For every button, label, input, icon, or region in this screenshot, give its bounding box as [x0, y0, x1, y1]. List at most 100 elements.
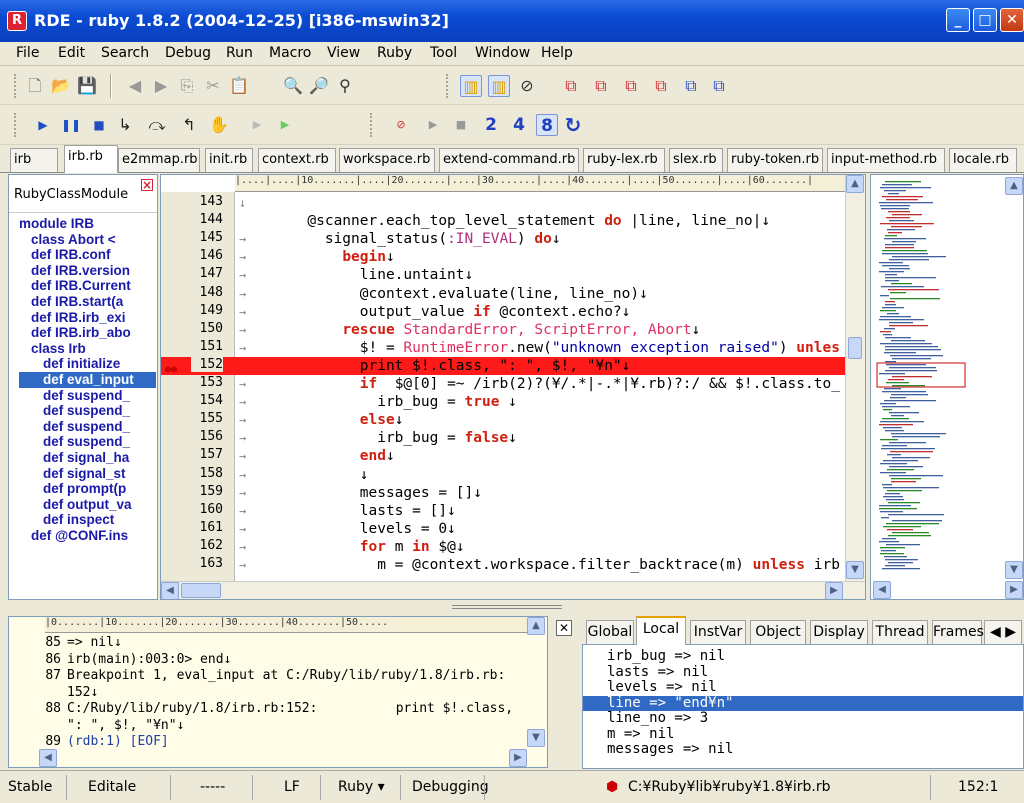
- tree-item[interactable]: def output_va: [19, 497, 156, 513]
- breakpoint-clear-icon[interactable]: ⧉: [650, 75, 672, 97]
- file-tab-init-rb[interactable]: init.rb: [205, 148, 253, 172]
- scroll-right-icon[interactable]: ▶: [825, 582, 843, 599]
- speed-8-button[interactable]: 8: [536, 114, 558, 136]
- menu-file[interactable]: File: [16, 45, 39, 61]
- tree-item[interactable]: def IRB.irb_exi: [19, 310, 156, 326]
- step-over-icon[interactable]: ⤼: [146, 114, 168, 136]
- file-tab-ruby-lex-rb[interactable]: ruby-lex.rb: [583, 148, 665, 172]
- minimize-button[interactable]: _: [946, 8, 970, 32]
- menu-run[interactable]: Run: [226, 45, 253, 61]
- code-line[interactable]: 155 → else↓: [161, 411, 845, 429]
- tree-item[interactable]: def IRB.conf: [19, 247, 156, 263]
- step-into-icon[interactable]: ↳: [114, 114, 136, 136]
- tab-global[interactable]: Global: [586, 620, 634, 644]
- file-tab-input-method-rb[interactable]: input-method.rb: [827, 148, 945, 172]
- menu-edit[interactable]: Edit: [58, 45, 85, 61]
- variable-row[interactable]: lasts => nil: [583, 664, 1023, 681]
- tab-instvar[interactable]: InstVar: [690, 620, 746, 644]
- file-tab-irb[interactable]: irb: [10, 148, 58, 172]
- close-panel-icon[interactable]: ×: [141, 179, 153, 191]
- copy-icon[interactable]: ⎘: [176, 75, 198, 97]
- code-line[interactable]: 163 → m = @context.workspace.filter_backt…: [161, 556, 845, 574]
- speed-2-button[interactable]: 2: [480, 114, 502, 136]
- console-scroll-right-icon[interactable]: ▶: [509, 749, 527, 767]
- pause-icon[interactable]: ❚❚: [60, 114, 82, 136]
- tab-object[interactable]: Object: [750, 620, 806, 644]
- run-to-cursor-icon[interactable]: ▶: [246, 114, 268, 136]
- panel-left-icon[interactable]: ▥: [460, 75, 482, 97]
- run-icon[interactable]: ▶: [32, 114, 54, 136]
- hscroll-thumb[interactable]: [181, 583, 221, 598]
- code-line[interactable]: 154 → irb_bug = true ↓: [161, 393, 845, 411]
- variable-row[interactable]: levels => nil: [583, 679, 1023, 696]
- window-cascade-icon[interactable]: ⧉: [680, 75, 702, 97]
- file-tab-extend-command-rb[interactable]: extend-command.rb: [439, 148, 579, 172]
- scroll-up-icon[interactable]: ▲: [846, 175, 864, 193]
- forward-icon[interactable]: ▶: [150, 75, 172, 97]
- code-line[interactable]: 158 → ↓: [161, 466, 845, 484]
- scroll-left-icon[interactable]: ◀: [161, 582, 179, 599]
- status-eol[interactable]: LF: [284, 779, 300, 795]
- tree-item[interactable]: class Irb: [19, 341, 156, 357]
- console-scroll-up-icon[interactable]: ▲: [527, 617, 545, 635]
- debug-console[interactable]: |0.......|10.......|20.......|30.......|…: [8, 616, 548, 768]
- save-icon[interactable]: 💾: [76, 75, 98, 97]
- horizontal-splitter[interactable]: [0, 600, 1024, 614]
- tab-display[interactable]: Display: [810, 620, 868, 644]
- code-line[interactable]: 151 → $! = RuntimeError.new("unknown exce…: [161, 339, 845, 357]
- code-line[interactable]: 162 → for m in $@↓: [161, 538, 845, 556]
- minimap-scroll-left-icon[interactable]: ◀: [873, 581, 891, 599]
- variable-list[interactable]: irb_bug => nil lasts => nil levels => nil l…: [582, 644, 1024, 769]
- paste-icon[interactable]: 📋: [228, 75, 250, 97]
- file-tab-e2mmap-rb[interactable]: e2mmap.rb: [118, 148, 200, 172]
- continue-icon[interactable]: ▶: [274, 114, 296, 136]
- tree-item[interactable]: def suspend_: [19, 388, 156, 404]
- tree-item[interactable]: def IRB.Current: [19, 278, 156, 294]
- tree-item[interactable]: def suspend_: [19, 403, 156, 419]
- stop-icon[interactable]: ■: [88, 114, 110, 136]
- minimap-scroll-down-icon[interactable]: ▼: [1005, 561, 1023, 579]
- breakpoint-add-icon[interactable]: ⧉: [560, 75, 582, 97]
- file-tab-irb-rb[interactable]: irb.rb: [64, 145, 118, 173]
- find-in-files-icon[interactable]: ⚲: [334, 75, 356, 97]
- tree-item[interactable]: def signal_ha: [19, 450, 156, 466]
- code-line[interactable]: 156 → irb_bug = false↓: [161, 429, 845, 447]
- variable-row[interactable]: line => "end¥n": [583, 695, 1023, 711]
- tree-item[interactable]: def initialize: [19, 356, 156, 372]
- new-file-icon[interactable]: 🗋: [24, 75, 46, 97]
- variable-row[interactable]: messages => nil: [583, 741, 1023, 758]
- back-icon[interactable]: ◀: [124, 75, 146, 97]
- file-tab-context-rb[interactable]: context.rb: [258, 148, 336, 172]
- tree-item[interactable]: class Abort <: [19, 232, 156, 248]
- close-variables-icon[interactable]: ✕: [556, 620, 572, 636]
- tab-scroll-arrows[interactable]: ◀ ▶: [984, 620, 1022, 644]
- attach-icon[interactable]: ⊘: [516, 75, 538, 97]
- find-icon[interactable]: 🔍: [282, 75, 304, 97]
- hand-icon[interactable]: ✋: [208, 114, 230, 136]
- tree-item[interactable]: def IRB.irb_abo: [19, 325, 156, 341]
- minimap-scroll-right-icon[interactable]: ▶: [1005, 581, 1023, 599]
- tree-item[interactable]: def IRB.start(a: [19, 294, 156, 310]
- step-out-icon[interactable]: ↰: [178, 114, 200, 136]
- code-line[interactable]: 153 → if $@[0] =~ /irb(2)?(¥/.*|-.*|¥.rb)…: [161, 375, 845, 393]
- breakpoint-line[interactable]: ●● 152 print $!.class, ": ", $!, "¥n"↓: [161, 356, 845, 375]
- tab-frames[interactable]: Frames: [932, 620, 984, 644]
- code-line[interactable]: 150 → rescue StandardError, ScriptError, …: [161, 321, 845, 339]
- code-line[interactable]: 161 → levels = 0↓: [161, 520, 845, 538]
- open-folder-icon[interactable]: 📂: [50, 75, 72, 97]
- menu-macro[interactable]: Macro: [269, 45, 311, 61]
- window-tile-icon[interactable]: ⧉: [708, 75, 730, 97]
- variable-row[interactable]: line_no => 3: [583, 710, 1023, 727]
- file-tab-workspace-rb[interactable]: workspace.rb: [339, 148, 435, 172]
- tree-item[interactable]: def IRB.version: [19, 263, 156, 279]
- refresh-icon[interactable]: ↻: [562, 114, 584, 136]
- tree-item[interactable]: def suspend_: [19, 434, 156, 450]
- file-tab-ruby-token-rb[interactable]: ruby-token.rb: [727, 148, 823, 172]
- scroll-thumb[interactable]: [848, 337, 862, 359]
- close-button[interactable]: ✕: [1000, 8, 1024, 32]
- breakpoint-icon[interactable]: ⊘: [390, 114, 412, 136]
- scroll-down-icon[interactable]: ▼: [846, 561, 864, 579]
- code-line[interactable]: 146 → begin↓: [161, 248, 845, 266]
- code-line[interactable]: 147 → line.untaint↓: [161, 266, 845, 284]
- code-line[interactable]: 160 → lasts = []↓: [161, 502, 845, 520]
